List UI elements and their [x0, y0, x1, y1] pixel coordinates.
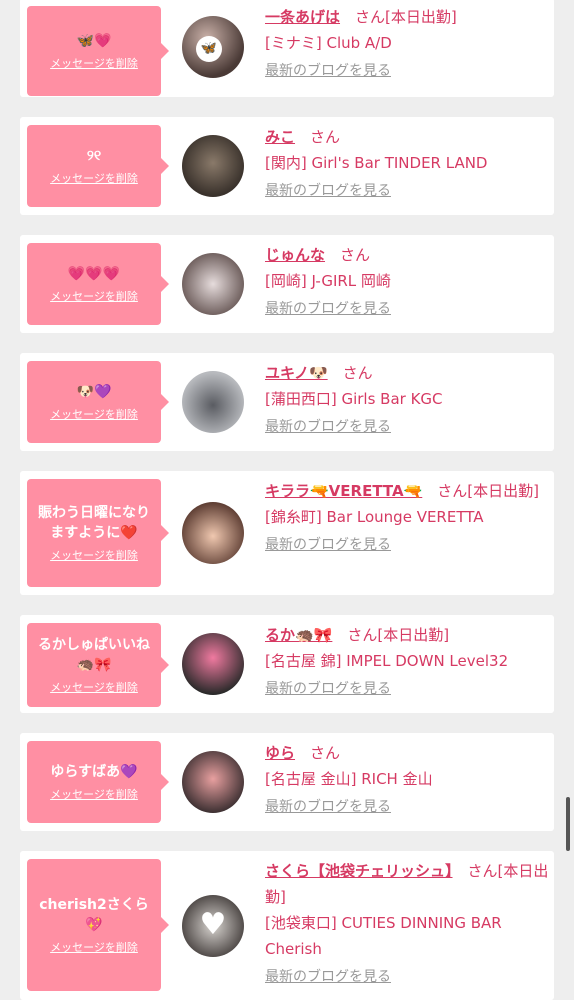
- avatar[interactable]: [182, 502, 244, 564]
- cast-name-link[interactable]: ゆら: [265, 744, 295, 762]
- delete-message-link[interactable]: メッセージを削除: [50, 547, 138, 563]
- delete-message-link[interactable]: メッセージを削除: [50, 406, 138, 422]
- san-status: さん[本日出勤]: [347, 626, 450, 644]
- avatar[interactable]: [182, 253, 244, 315]
- cast-name-link[interactable]: キララ🔫VERETTA🔫: [265, 482, 422, 500]
- shop-info: [錦糸町] Bar Lounge VERETTA: [265, 508, 484, 526]
- shop-info: [池袋東口] CUTIES DINNING BAR Cherish: [265, 914, 502, 958]
- shop-info: [名古屋 金山] RICH 金山: [265, 770, 433, 788]
- cast-name-link[interactable]: みこ: [265, 128, 295, 146]
- latest-blog-link[interactable]: 最新のブログを見る: [265, 414, 391, 440]
- shop-info: [関内] Girl's Bar TINDER LAND: [265, 154, 488, 172]
- latest-blog-link[interactable]: 最新のブログを見る: [265, 794, 391, 820]
- message-text: 🦋💗: [76, 33, 112, 49]
- san-status: さん: [340, 246, 371, 264]
- delete-message-link[interactable]: メッセージを削除: [50, 288, 138, 304]
- avatar[interactable]: [182, 633, 244, 695]
- message-text: ୨୧: [86, 148, 102, 164]
- delete-message-link[interactable]: メッセージを削除: [50, 679, 138, 695]
- message-card: cherish2さくら 💖 メッセージを削除 ♥ さくら【池袋チェリッシュ】 さ…: [20, 851, 554, 1000]
- shop-info: [名古屋 錦] IMPEL DOWN Level32: [265, 652, 509, 670]
- message-text: 💗💗💗: [67, 266, 121, 282]
- avatar[interactable]: [182, 135, 244, 197]
- message-bubble: ୨୧ メッセージを削除: [27, 125, 169, 207]
- message-card: 💗💗💗 メッセージを削除 じゅんな さん [岡崎] J-GIRL 岡崎 最新のブ…: [20, 235, 554, 333]
- delete-message-link[interactable]: メッセージを削除: [50, 939, 138, 955]
- message-card: 🦋💗 メッセージを削除 🦋 一条あげは さん[本日出勤] [ミナミ] Club …: [20, 0, 554, 97]
- heart-icon: ♥: [199, 907, 227, 942]
- avatar[interactable]: 🦋: [182, 16, 244, 78]
- latest-blog-link[interactable]: 最新のブログを見る: [265, 296, 391, 322]
- message-text: ゆらすばあ💜: [50, 764, 138, 780]
- latest-blog-link[interactable]: 最新のブログを見る: [265, 178, 391, 204]
- message-text: cherish2さくら 💖: [39, 897, 149, 933]
- message-text: 🐶💜: [76, 384, 112, 400]
- avatar[interactable]: [182, 371, 244, 433]
- message-bubble: 💗💗💗 メッセージを削除: [27, 243, 169, 325]
- cast-name-link[interactable]: るか🦔🎀: [265, 626, 332, 644]
- message-bubble: 賑わう日曜になり ますように❤️ メッセージを削除: [27, 479, 169, 587]
- latest-blog-link[interactable]: 最新のブログを見る: [265, 58, 391, 84]
- san-status: さん[本日出勤]: [437, 482, 539, 500]
- avatar[interactable]: [182, 751, 244, 813]
- message-bubble: 🐶💜 メッセージを削除: [27, 361, 169, 443]
- message-card: 🐶💜 メッセージを削除 ユキノ🐶 さん [蒲田西口] Girls Bar KGC…: [20, 353, 554, 451]
- message-text: 賑わう日曜になり ますように❤️: [38, 505, 150, 541]
- san-status: さん: [342, 364, 373, 382]
- scrollbar[interactable]: [566, 797, 570, 851]
- shop-info: [蒲田西口] Girls Bar KGC: [265, 390, 443, 408]
- message-card: ୨୧ メッセージを削除 みこ さん [関内] Girl's Bar TINDER…: [20, 117, 554, 215]
- san-status: さん[本日出勤]: [355, 8, 457, 26]
- cast-name-link[interactable]: 一条あげは: [265, 8, 340, 26]
- message-card: ゆらすばあ💜 メッセージを削除 ゆら さん [名古屋 金山] RICH 金山 最…: [20, 733, 554, 831]
- message-bubble: るかしゅぱいいね 🦔🎀 メッセージを削除: [27, 623, 169, 707]
- shop-info: [ミナミ] Club A/D: [265, 34, 392, 52]
- latest-blog-link[interactable]: 最新のブログを見る: [265, 532, 391, 558]
- message-bubble: ゆらすばあ💜 メッセージを削除: [27, 741, 169, 823]
- avatar[interactable]: ♥: [182, 895, 244, 957]
- message-card: 賑わう日曜になり ますように❤️ メッセージを削除 キララ🔫VERETTA🔫 さ…: [20, 471, 554, 595]
- delete-message-link[interactable]: メッセージを削除: [50, 170, 138, 186]
- message-text: るかしゅぱいいね 🦔🎀: [38, 637, 150, 673]
- message-bubble: 🦋💗 メッセージを削除: [27, 6, 169, 96]
- latest-blog-link[interactable]: 最新のブログを見る: [265, 964, 391, 990]
- cast-name-link[interactable]: さくら【池袋チェリッシュ】: [265, 862, 453, 880]
- latest-blog-link[interactable]: 最新のブログを見る: [265, 676, 391, 702]
- san-status: さん: [310, 744, 341, 762]
- shop-info: [岡崎] J-GIRL 岡崎: [265, 272, 391, 290]
- delete-message-link[interactable]: メッセージを削除: [50, 786, 138, 802]
- message-card: るかしゅぱいいね 🦔🎀 メッセージを削除 るか🦔🎀 さん[本日出勤] [名古屋 …: [20, 615, 554, 713]
- butterfly-badge-icon: 🦋: [196, 36, 222, 62]
- cast-name-link[interactable]: じゅんな: [265, 246, 325, 264]
- san-status: さん: [310, 128, 341, 146]
- message-bubble: cherish2さくら 💖 メッセージを削除: [27, 859, 169, 991]
- delete-message-link[interactable]: メッセージを削除: [50, 55, 138, 71]
- cast-name-link[interactable]: ユキノ🐶: [265, 364, 328, 382]
